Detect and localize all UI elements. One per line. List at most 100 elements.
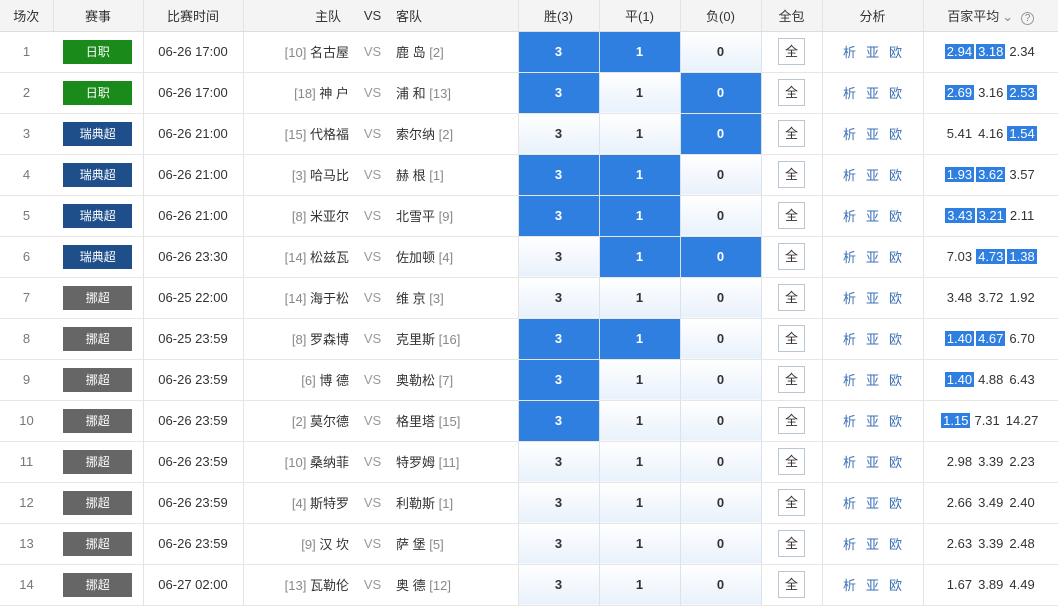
home-team[interactable]: 名古屋 xyxy=(310,45,349,60)
select-draw[interactable]: 1 xyxy=(599,195,681,237)
asian-odds-link[interactable]: 亚 xyxy=(866,168,879,183)
select-lose[interactable]: 0 xyxy=(680,564,762,606)
select-all-button[interactable]: 全 xyxy=(778,325,805,352)
euro-odds-link[interactable]: 欧 xyxy=(889,45,902,60)
euro-odds-link[interactable]: 欧 xyxy=(889,373,902,388)
away-team[interactable]: 萨 堡 xyxy=(396,537,426,552)
select-draw[interactable]: 1 xyxy=(599,113,681,155)
asian-odds-link[interactable]: 亚 xyxy=(866,86,879,101)
asian-odds-link[interactable]: 亚 xyxy=(866,496,879,511)
select-win[interactable]: 3 xyxy=(518,564,600,606)
select-draw[interactable]: 1 xyxy=(599,482,681,524)
select-draw[interactable]: 1 xyxy=(599,277,681,319)
league-badge[interactable]: 挪超 xyxy=(63,449,133,474)
away-team[interactable]: 维 京 xyxy=(396,291,426,306)
select-draw[interactable]: 1 xyxy=(599,154,681,196)
home-team[interactable]: 松兹瓦 xyxy=(310,250,349,265)
select-win[interactable]: 3 xyxy=(518,113,600,155)
analysis-link[interactable]: 析 xyxy=(843,414,856,429)
euro-odds-link[interactable]: 欧 xyxy=(889,578,902,593)
league-badge[interactable]: 挪超 xyxy=(63,490,133,515)
league-badge[interactable]: 瑞典超 xyxy=(63,121,133,146)
asian-odds-link[interactable]: 亚 xyxy=(866,291,879,306)
select-draw[interactable]: 1 xyxy=(599,400,681,442)
select-draw[interactable]: 1 xyxy=(599,318,681,360)
away-team[interactable]: 特罗姆 xyxy=(396,455,435,470)
select-lose[interactable]: 0 xyxy=(680,31,762,73)
away-team[interactable]: 利勒斯 xyxy=(396,496,435,511)
select-lose[interactable]: 0 xyxy=(680,113,762,155)
select-win[interactable]: 3 xyxy=(518,318,600,360)
analysis-link[interactable]: 析 xyxy=(843,291,856,306)
select-win[interactable]: 3 xyxy=(518,236,600,278)
select-draw[interactable]: 1 xyxy=(599,72,681,114)
select-all-button[interactable]: 全 xyxy=(778,407,805,434)
away-team[interactable]: 索尔纳 xyxy=(396,127,435,142)
away-team[interactable]: 鹿 岛 xyxy=(396,45,426,60)
select-all-button[interactable]: 全 xyxy=(778,38,805,65)
select-win[interactable]: 3 xyxy=(518,195,600,237)
asian-odds-link[interactable]: 亚 xyxy=(866,455,879,470)
league-badge[interactable]: 挪超 xyxy=(63,367,133,392)
select-lose[interactable]: 0 xyxy=(680,359,762,401)
analysis-link[interactable]: 析 xyxy=(843,209,856,224)
select-win[interactable]: 3 xyxy=(518,482,600,524)
select-win[interactable]: 3 xyxy=(518,523,600,565)
league-badge[interactable]: 挪超 xyxy=(63,531,133,556)
select-all-button[interactable]: 全 xyxy=(778,120,805,147)
analysis-link[interactable]: 析 xyxy=(843,86,856,101)
league-badge[interactable]: 挪超 xyxy=(63,326,133,351)
analysis-link[interactable]: 析 xyxy=(843,250,856,265)
select-all-button[interactable]: 全 xyxy=(778,489,805,516)
select-all-button[interactable]: 全 xyxy=(778,284,805,311)
select-lose[interactable]: 0 xyxy=(680,236,762,278)
analysis-link[interactable]: 析 xyxy=(843,578,856,593)
euro-odds-link[interactable]: 欧 xyxy=(889,414,902,429)
chevron-down-icon[interactable]: ⌄ xyxy=(1002,9,1013,24)
home-team[interactable]: 汉 坎 xyxy=(319,537,349,552)
asian-odds-link[interactable]: 亚 xyxy=(866,578,879,593)
select-all-button[interactable]: 全 xyxy=(778,366,805,393)
home-team[interactable]: 罗森博 xyxy=(310,332,349,347)
euro-odds-link[interactable]: 欧 xyxy=(889,291,902,306)
select-win[interactable]: 3 xyxy=(518,441,600,483)
away-team[interactable]: 奥 德 xyxy=(396,578,426,593)
home-team[interactable]: 斯特罗 xyxy=(310,496,349,511)
home-team[interactable]: 莫尔德 xyxy=(310,414,349,429)
select-draw[interactable]: 1 xyxy=(599,236,681,278)
select-lose[interactable]: 0 xyxy=(680,154,762,196)
asian-odds-link[interactable]: 亚 xyxy=(866,332,879,347)
away-team[interactable]: 浦 和 xyxy=(396,86,426,101)
select-win[interactable]: 3 xyxy=(518,359,600,401)
select-lose[interactable]: 0 xyxy=(680,400,762,442)
asian-odds-link[interactable]: 亚 xyxy=(866,127,879,142)
league-badge[interactable]: 日职 xyxy=(63,80,133,105)
league-badge[interactable]: 挪超 xyxy=(63,408,133,433)
select-lose[interactable]: 0 xyxy=(680,482,762,524)
analysis-link[interactable]: 析 xyxy=(843,168,856,183)
select-all-button[interactable]: 全 xyxy=(778,161,805,188)
select-lose[interactable]: 0 xyxy=(680,523,762,565)
asian-odds-link[interactable]: 亚 xyxy=(866,209,879,224)
select-all-button[interactable]: 全 xyxy=(778,530,805,557)
analysis-link[interactable]: 析 xyxy=(843,332,856,347)
header-avg-odds[interactable]: 百家平均 ⌄? xyxy=(923,0,1058,32)
analysis-link[interactable]: 析 xyxy=(843,455,856,470)
euro-odds-link[interactable]: 欧 xyxy=(889,86,902,101)
select-lose[interactable]: 0 xyxy=(680,318,762,360)
away-team[interactable]: 克里斯 xyxy=(396,332,435,347)
analysis-link[interactable]: 析 xyxy=(843,45,856,60)
select-draw[interactable]: 1 xyxy=(599,31,681,73)
away-team[interactable]: 北雪平 xyxy=(396,209,435,224)
select-lose[interactable]: 0 xyxy=(680,195,762,237)
home-team[interactable]: 博 德 xyxy=(319,373,349,388)
away-team[interactable]: 佐加顿 xyxy=(396,250,435,265)
away-team[interactable]: 奥勒松 xyxy=(396,373,435,388)
home-team[interactable]: 海于松 xyxy=(310,291,349,306)
home-team[interactable]: 代格福 xyxy=(310,127,349,142)
league-badge[interactable]: 挪超 xyxy=(63,572,133,597)
home-team[interactable]: 米亚尔 xyxy=(310,209,349,224)
asian-odds-link[interactable]: 亚 xyxy=(866,373,879,388)
select-draw[interactable]: 1 xyxy=(599,441,681,483)
select-lose[interactable]: 0 xyxy=(680,72,762,114)
